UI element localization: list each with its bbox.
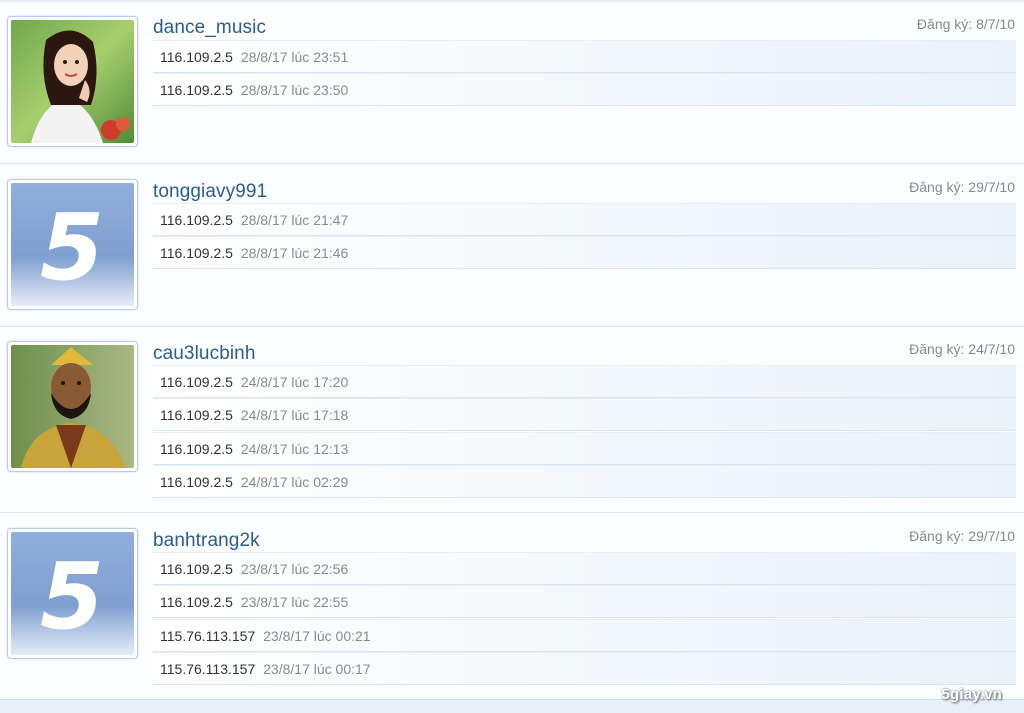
login-row: 116.109.2.5 24/8/17 lúc 17:18 [153,398,1016,431]
login-row: 116.109.2.5 23/8/17 lúc 22:55 [153,585,1016,618]
joined-label: Đăng ký: [909,528,965,544]
avatar[interactable]: 5 [7,528,138,659]
login-time: 23/8/17 lúc 00:17 [263,661,371,677]
login-row: 116.109.2.5 28/8/17 lúc 21:46 [153,236,1016,269]
joined-date: Đăng ký: 29/7/10 [909,179,1015,195]
joined-date: Đăng ký: 24/7/10 [909,341,1015,357]
username-link[interactable]: banhtrang2k [153,530,260,552]
watermark-logo: 5giay.vn [941,686,1002,703]
ip-address: 116.109.2.5 [160,474,233,490]
login-time: 24/8/17 lúc 17:20 [240,374,349,390]
joined-label: Đăng ký: [909,341,965,357]
joined-value: 24/7/10 [968,341,1015,357]
photo-man-avatar-icon [11,345,134,468]
member-block: 5 tonggiavy991 Đăng ký: 29/7/10 116.109.… [0,164,1024,327]
login-row: 116.109.2.5 28/8/17 lúc 23:50 [153,73,1016,106]
login-row: 116.109.2.5 24/8/17 lúc 12:13 [153,432,1016,465]
ip-address: 116.109.2.5 [160,82,233,98]
avatar[interactable]: 5 [7,179,138,310]
login-row: 116.109.2.5 24/8/17 lúc 17:20 [153,365,1016,398]
joined-value: 29/7/10 [968,528,1015,544]
joined-value: 29/7/10 [968,179,1015,195]
member-block: dance_music Đăng ký: 8/7/10 116.109.2.5 … [0,2,1024,164]
login-row: 116.109.2.5 28/8/17 lúc 21:47 [153,203,1016,236]
login-time: 24/8/17 lúc 02:29 [240,474,349,490]
member-block: 5 banhtrang2k Đăng ký: 29/7/10 116.109.2… [0,513,1024,699]
ip-address: 115.76.113.157 [160,628,256,644]
login-row: 115.76.113.157 23/8/17 lúc 00:21 [153,619,1016,652]
joined-value: 8/7/10 [976,16,1015,32]
login-row: 115.76.113.157 23/8/17 lúc 00:17 [153,652,1016,685]
login-time: 24/8/17 lúc 17:18 [240,407,349,423]
login-row: 116.109.2.5 28/8/17 lúc 23:51 [153,40,1016,73]
joined-date: Đăng ký: 8/7/10 [917,16,1015,32]
username-link[interactable]: dance_music [153,17,266,39]
joined-label: Đăng ký: [916,16,973,32]
login-time: 23/8/17 lúc 00:21 [263,628,371,644]
username-link[interactable]: tonggiavy991 [153,181,267,203]
joined-label: Đăng ký: [909,179,965,195]
login-time: 23/8/17 lúc 22:56 [240,561,349,577]
svg-text:5: 5 [40,543,104,650]
joined-date: Đăng ký: 29/7/10 [909,528,1015,544]
ip-address: 116.109.2.5 [160,49,233,65]
avatar[interactable] [7,16,138,147]
ip-address: 115.76.113.157 [160,661,256,677]
ip-address: 116.109.2.5 [160,374,233,390]
ip-address: 116.109.2.5 [160,441,233,457]
ip-address: 116.109.2.5 [160,561,233,577]
footer-bar [0,699,1024,713]
username-link[interactable]: cau3lucbinh [153,343,256,365]
photo-girl-avatar-icon [11,20,134,143]
login-time: 28/8/17 lúc 21:46 [240,245,349,261]
login-time: 28/8/17 lúc 23:51 [240,49,349,65]
ip-address: 116.109.2.5 [160,594,233,610]
default-5-avatar-icon: 5 [11,183,134,306]
default-5-avatar-icon: 5 [11,532,134,655]
login-row: 116.109.2.5 23/8/17 lúc 22:56 [153,552,1016,585]
avatar[interactable] [7,341,138,472]
ip-address: 116.109.2.5 [160,407,233,423]
login-time: 28/8/17 lúc 21:47 [240,212,349,228]
login-time: 23/8/17 lúc 22:55 [240,594,349,610]
svg-text:5: 5 [40,194,104,301]
login-row: 116.109.2.5 24/8/17 lúc 02:29 [153,465,1016,498]
login-time: 24/8/17 lúc 12:13 [240,441,349,457]
member-block: cau3lucbinh Đăng ký: 24/7/10 116.109.2.5… [0,327,1024,513]
login-time: 28/8/17 lúc 23:50 [240,82,349,98]
ip-address: 116.109.2.5 [160,212,233,228]
ip-address: 116.109.2.5 [160,245,233,261]
